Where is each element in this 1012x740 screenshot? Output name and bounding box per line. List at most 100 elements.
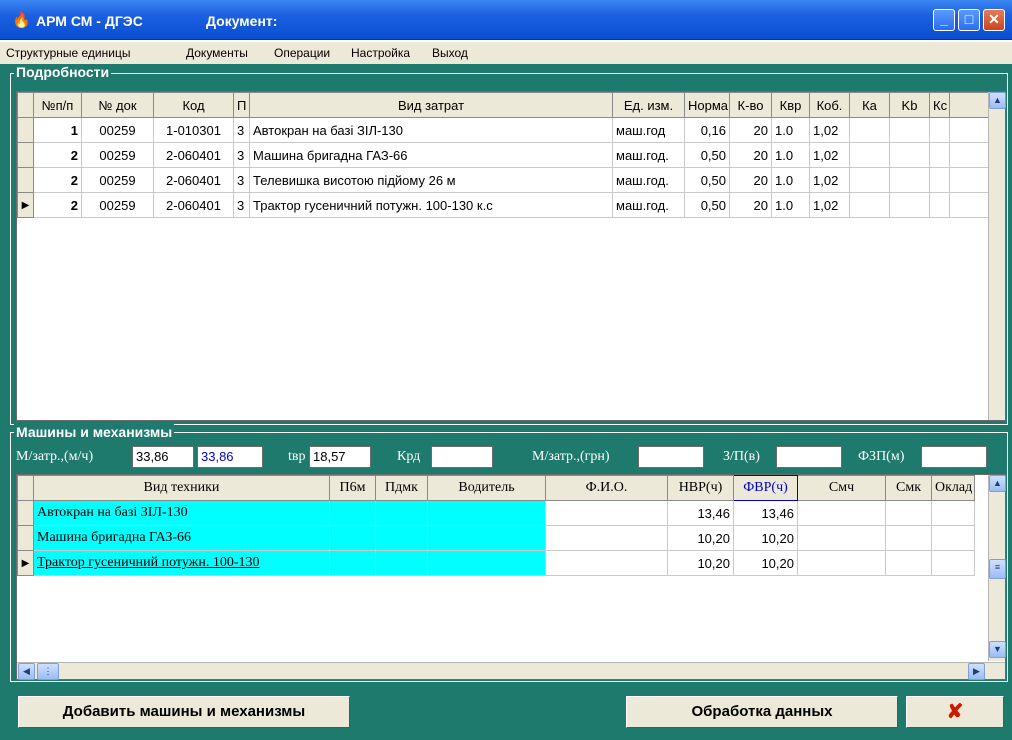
details-column-header[interactable]: № док [81, 92, 154, 118]
table-cell[interactable] [427, 500, 546, 526]
scroll-right-icon[interactable]: ▶ [968, 663, 985, 680]
table-cell[interactable]: 2-060401 [153, 167, 234, 193]
row-indicator[interactable] [17, 167, 34, 193]
table-row[interactable]: 2 00259 2-060401 3 Машина бригадна ГАЗ-66 маш… [17, 142, 989, 168]
table-cell[interactable] [797, 525, 886, 551]
machines-column-header[interactable]: ФВР(ч) [733, 475, 798, 501]
details-column-header[interactable]: Вид затрат [249, 92, 613, 118]
cancel-x-icon[interactable]: ✘ [906, 696, 1004, 728]
table-cell[interactable]: Трактор гусеничний потужн. 100-130 [33, 550, 330, 576]
table-cell[interactable]: 1,02 [809, 192, 850, 218]
details-column-header[interactable]: К-во [729, 92, 772, 118]
table-cell[interactable]: 10,20 [667, 525, 734, 551]
machines-column-header[interactable]: Пдмк [375, 475, 428, 501]
mz-field-2[interactable]: 33,86 [197, 446, 263, 468]
table-cell[interactable]: 2 [33, 167, 82, 193]
table-cell[interactable] [889, 142, 930, 168]
add-machines-button[interactable]: Добавить машины и механизмы [18, 696, 350, 728]
machines-column-header[interactable]: Смк [885, 475, 932, 501]
table-cell[interactable]: 10,20 [733, 525, 798, 551]
table-cell[interactable]: 13,46 [667, 500, 734, 526]
maximize-button[interactable]: □ [958, 9, 980, 31]
table-row[interactable]: 1 00259 1-010301 3 Автокран на базі ЗІЛ-130 м… [17, 117, 989, 143]
machines-column-header[interactable]: Смч [797, 475, 886, 501]
table-cell[interactable] [329, 500, 376, 526]
table-cell[interactable]: 20 [729, 167, 772, 193]
table-cell[interactable] [329, 525, 376, 551]
table-cell[interactable] [885, 550, 932, 576]
table-cell[interactable]: 20 [729, 117, 772, 143]
table-cell[interactable] [931, 500, 975, 526]
details-vertical-scrollbar[interactable]: ▲ [988, 92, 1006, 420]
tvr-field[interactable]: 18,57 [309, 446, 371, 468]
table-cell[interactable] [545, 550, 668, 576]
details-grid[interactable]: №п/п № док Код П Вид затрат Ед. изм. Норма К-во… [16, 91, 1006, 421]
table-cell[interactable] [889, 167, 930, 193]
table-cell[interactable]: Трактор гусеничний потужн. 100-130 к.с [249, 192, 613, 218]
table-cell[interactable] [375, 550, 428, 576]
table-cell[interactable] [427, 550, 546, 576]
table-cell[interactable]: 00259 [81, 117, 154, 143]
machines-column-header[interactable]: Ф.И.О. [545, 475, 668, 501]
table-cell[interactable]: 3 [233, 167, 250, 193]
table-cell[interactable] [797, 550, 886, 576]
row-indicator[interactable] [17, 142, 34, 168]
row-indicator[interactable] [17, 500, 34, 526]
details-column-header[interactable]: Норма [684, 92, 730, 118]
table-cell[interactable] [929, 142, 950, 168]
table-cell[interactable]: Автокран на базі ЗІЛ-130 [33, 500, 330, 526]
table-cell[interactable] [545, 525, 668, 551]
details-column-header[interactable]: Коб. [809, 92, 850, 118]
fzp-field[interactable] [921, 446, 987, 468]
machines-horizontal-scrollbar[interactable]: ◀ ⋮ ▶ [17, 662, 1005, 680]
table-cell[interactable] [849, 192, 890, 218]
title-bar[interactable] [0, 0, 1012, 40]
table-cell[interactable]: 1-010301 [153, 117, 234, 143]
table-cell[interactable]: 1,02 [809, 142, 850, 168]
table-cell[interactable]: 1,02 [809, 117, 850, 143]
table-row[interactable]: ▶ Трактор гусеничний потужн. 100-130 10,20… [17, 550, 975, 576]
krd-field[interactable] [431, 446, 493, 468]
details-column-header[interactable]: №п/п [33, 92, 82, 118]
table-row[interactable]: 2 00259 2-060401 3 Телевишка висотою підйому… [17, 167, 989, 193]
machines-column-header[interactable]: НВР(ч) [667, 475, 734, 501]
mz-field-1[interactable]: 33,86 [132, 446, 194, 468]
table-cell[interactable]: 1.0 [771, 192, 810, 218]
table-cell[interactable]: 3 [233, 117, 250, 143]
scroll-down-icon[interactable]: ▼ [989, 641, 1006, 658]
table-cell[interactable]: 1.0 [771, 117, 810, 143]
table-cell[interactable]: 2-060401 [153, 142, 234, 168]
machines-column-header[interactable]: П6м [329, 475, 376, 501]
menu-exit[interactable]: Выход [432, 46, 468, 60]
menu-operations[interactable]: Операции [274, 46, 330, 60]
current-row-arrow-icon[interactable]: ▶ [17, 550, 34, 576]
table-cell[interactable] [929, 192, 950, 218]
machines-column-header[interactable]: Вид техники [33, 475, 330, 501]
table-cell[interactable] [545, 500, 668, 526]
table-cell[interactable]: 0,16 [684, 117, 730, 143]
table-cell[interactable] [929, 167, 950, 193]
table-cell[interactable]: Машина бригадна ГАЗ-66 [249, 142, 613, 168]
details-column-header[interactable]: Код [153, 92, 234, 118]
table-cell[interactable]: 0,50 [684, 192, 730, 218]
table-cell[interactable] [849, 117, 890, 143]
table-cell[interactable] [427, 525, 546, 551]
table-cell[interactable] [797, 500, 886, 526]
process-data-button[interactable]: Обработка данных [626, 696, 898, 728]
table-cell[interactable] [375, 500, 428, 526]
details-column-header[interactable]: Kb [889, 92, 930, 118]
table-cell[interactable] [849, 167, 890, 193]
table-cell[interactable]: 1.0 [771, 167, 810, 193]
table-cell[interactable]: Телевишка висотою підйому 26 м [249, 167, 613, 193]
table-cell[interactable]: 1 [33, 117, 82, 143]
details-column-header[interactable]: Квр [771, 92, 810, 118]
table-cell[interactable]: 0,50 [684, 167, 730, 193]
table-cell[interactable]: 10,20 [733, 550, 798, 576]
table-cell[interactable]: 1.0 [771, 142, 810, 168]
details-column-header[interactable]: П [233, 92, 250, 118]
table-cell[interactable]: 2-060401 [153, 192, 234, 218]
table-cell[interactable]: 2 [33, 142, 82, 168]
scroll-up-icon[interactable]: ▲ [989, 475, 1006, 492]
table-cell[interactable]: 20 [729, 192, 772, 218]
scroll-left-icon[interactable]: ◀ [18, 663, 35, 680]
